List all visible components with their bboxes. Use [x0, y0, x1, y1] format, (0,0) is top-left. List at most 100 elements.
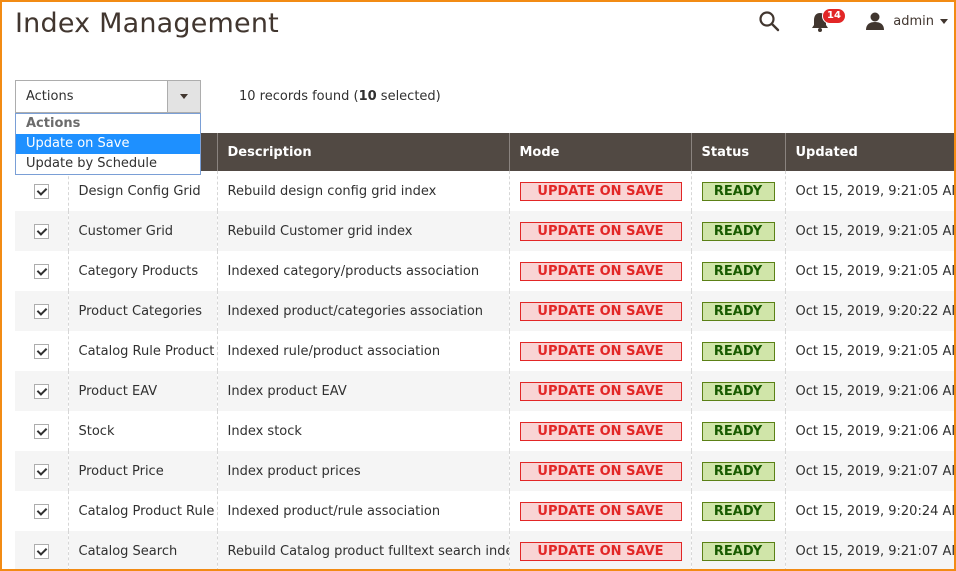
mode-cell: UPDATE ON SAVE [508, 531, 691, 571]
row-checkbox[interactable] [33, 343, 49, 359]
table-row[interactable]: Category Products Indexed category/produc… [15, 251, 955, 291]
status-cell: READY [690, 451, 785, 491]
status-cell: READY [690, 331, 785, 371]
search-icon [759, 11, 780, 32]
status-badge: READY [701, 261, 775, 281]
user-menu[interactable]: admin [865, 10, 948, 32]
mode-badge: UPDATE ON SAVE [519, 501, 682, 521]
mode-cell: UPDATE ON SAVE [508, 451, 691, 491]
updated-cell: Oct 15, 2019, 9:21:05 AM [784, 211, 955, 251]
description-cell: Rebuild Catalog product fulltext search … [216, 531, 509, 571]
table-row[interactable]: Product Price Index product prices UPDATE … [15, 451, 955, 491]
mode-cell: UPDATE ON SAVE [508, 371, 691, 411]
notifications-button[interactable]: 14 [810, 8, 846, 32]
updated-cell: Oct 15, 2019, 9:21:07 AM [784, 451, 955, 491]
indexer-cell: Product EAV [67, 371, 217, 411]
indexer-cell: Catalog Rule Product [67, 331, 217, 371]
description-cell: Indexed rule/product association [216, 331, 509, 371]
indexer-cell: Stock [67, 411, 217, 451]
status-badge: READY [701, 301, 775, 321]
status-badge: READY [701, 381, 775, 401]
row-checkbox[interactable] [33, 263, 49, 279]
status-badge: READY [701, 221, 775, 241]
dropdown-option-update-by-schedule[interactable]: Update by Schedule [16, 154, 200, 174]
actions-select-label: Actions [26, 89, 74, 104]
user-icon [866, 12, 885, 30]
row-checkbox-cell [15, 491, 68, 531]
caret-down-icon [940, 18, 948, 24]
table-row[interactable]: Stock Index stock UPDATE ON SAVE READY Oct 1… [15, 411, 955, 451]
indexer-cell: Product Categories [67, 291, 217, 331]
page-title: Index Management [15, 8, 279, 39]
mode-badge: UPDATE ON SAVE [519, 341, 682, 361]
indexer-cell: Design Config Grid [67, 171, 217, 211]
updated-cell: Oct 15, 2019, 9:21:06 AM [784, 411, 955, 451]
row-checkbox[interactable] [33, 543, 49, 559]
selected-count: 10 [358, 89, 377, 104]
mode-cell: UPDATE ON SAVE [508, 291, 691, 331]
table-row[interactable]: Product Categories Indexed product/catego… [15, 291, 955, 331]
mode-cell: UPDATE ON SAVE [508, 491, 691, 531]
description-cell: Index stock [216, 411, 509, 451]
mode-cell: UPDATE ON SAVE [508, 251, 691, 291]
description-cell: Indexed product/categories association [216, 291, 509, 331]
row-checkbox[interactable] [33, 423, 49, 439]
row-checkbox[interactable] [33, 463, 49, 479]
status-cell: READY [690, 211, 785, 251]
updated-cell: Oct 15, 2019, 9:21:05 AM [784, 251, 955, 291]
table-row[interactable]: Customer Grid Rebuild Customer grid index… [15, 211, 955, 251]
notifications-count-badge: 14 [822, 8, 846, 24]
records-suffix: selected) [376, 89, 441, 104]
status-cell: READY [690, 291, 785, 331]
column-header-updated[interactable]: Updated [784, 133, 955, 171]
status-badge: READY [701, 461, 775, 481]
mode-badge: UPDATE ON SAVE [519, 261, 682, 281]
mode-badge: UPDATE ON SAVE [519, 181, 682, 201]
description-cell: Indexed category/products association [216, 251, 509, 291]
indexer-cell: Catalog Product Rule [67, 491, 217, 531]
mode-cell: UPDATE ON SAVE [508, 211, 691, 251]
table-row[interactable]: Product EAV Index product EAV UPDATE ON SA… [15, 371, 955, 411]
indexer-cell: Category Products [67, 251, 217, 291]
status-cell: READY [690, 411, 785, 451]
updated-cell: Oct 15, 2019, 9:21:05 AM [784, 171, 955, 211]
description-cell: Rebuild design config grid index [216, 171, 509, 211]
row-checkbox-cell [15, 171, 68, 211]
row-checkbox-cell [15, 211, 68, 251]
row-checkbox[interactable] [33, 303, 49, 319]
status-badge: READY [701, 501, 775, 521]
mode-cell: UPDATE ON SAVE [508, 411, 691, 451]
table-row[interactable]: Catalog Product Rule Indexed product/rule… [15, 491, 955, 531]
status-cell: READY [690, 531, 785, 571]
description-cell: Index product prices [216, 451, 509, 491]
description-cell: Rebuild Customer grid index [216, 211, 509, 251]
status-cell: READY [690, 171, 785, 211]
records-prefix: 10 records found ( [239, 89, 359, 104]
row-checkbox[interactable] [33, 503, 49, 519]
mode-cell: UPDATE ON SAVE [508, 331, 691, 371]
column-header-description[interactable]: Description [216, 133, 509, 171]
row-checkbox-cell [15, 251, 68, 291]
actions-dropdown-list: Actions Update on Save Update by Schedul… [15, 113, 201, 175]
row-checkbox[interactable] [33, 223, 49, 239]
table-row[interactable]: Design Config Grid Rebuild design config … [15, 171, 955, 211]
description-cell: Index product EAV [216, 371, 509, 411]
row-checkbox-cell [15, 291, 68, 331]
actions-select[interactable]: Actions [15, 80, 201, 113]
search-button[interactable] [758, 10, 780, 32]
indexer-cell: Catalog Search [67, 531, 217, 571]
mode-cell: UPDATE ON SAVE [508, 171, 691, 211]
description-cell: Indexed product/rule association [216, 491, 509, 531]
status-badge: READY [701, 421, 775, 441]
table-row[interactable]: Catalog Rule Product Indexed rule/product… [15, 331, 955, 371]
actions-select-toggle[interactable] [167, 81, 200, 112]
indexer-cell: Product Price [67, 451, 217, 491]
indexer-grid: Indexer Description Mode Status Updated … [15, 133, 955, 571]
column-header-status[interactable]: Status [690, 133, 785, 171]
column-header-mode[interactable]: Mode [508, 133, 691, 171]
updated-cell: Oct 15, 2019, 9:21:06 AM [784, 371, 955, 411]
table-row[interactable]: Catalog Search Rebuild Catalog product fu… [15, 531, 955, 571]
dropdown-option-update-on-save[interactable]: Update on Save [16, 134, 200, 154]
row-checkbox[interactable] [33, 383, 49, 399]
row-checkbox[interactable] [33, 183, 49, 199]
